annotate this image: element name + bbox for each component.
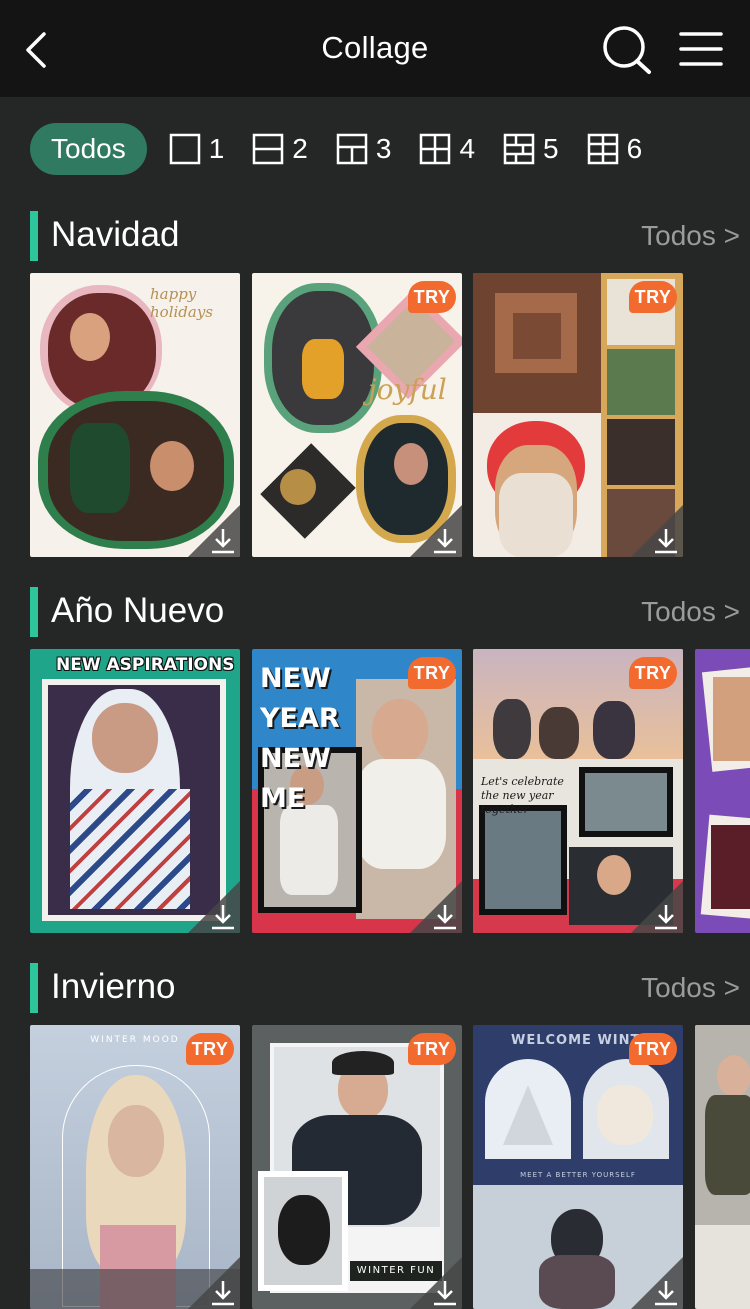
filter-label: 2 [292,133,308,164]
card-text: NEW YEAR NEW ME [260,663,340,814]
section-header: Año Nuevo Todos > [0,587,750,637]
layout-1-icon [169,133,200,165]
filter-label: 4 [459,133,476,164]
layout-6-icon [587,133,618,165]
card-subtext: MEET A BETTER YOURSELF [520,1171,636,1179]
template-card[interactable]: Let's celebrate the new year together TR… [473,649,683,933]
download-icon[interactable] [210,1279,236,1307]
download-icon[interactable] [432,527,458,555]
top-bar: Collage [0,0,750,97]
template-row: NEW ASPIRATIONS NEW YEAR NEW ME TRY Let'… [30,649,750,933]
filter-todos[interactable]: Todos [30,123,147,175]
filter-layout-6[interactable]: 6 [587,123,643,175]
filter-layout-2[interactable]: 2 [252,123,308,175]
section-title: Invierno [51,967,176,1006]
section-title: Navidad [51,215,180,254]
download-icon[interactable] [210,527,236,555]
download-icon[interactable] [653,1279,679,1307]
section-header: Invierno Todos > [0,963,750,1013]
section-title: Año Nuevo [51,591,225,630]
download-icon[interactable] [653,903,679,931]
filter-label: 1 [208,133,225,164]
filter-layout-5[interactable]: 5 [503,123,559,175]
layout-5-icon [503,133,535,165]
layout-2-icon [253,133,284,165]
card-text: Let's celebrate the new year together [481,775,564,816]
see-all-link[interactable]: Todos > [641,220,740,252]
template-card[interactable]: happy holidays [30,273,240,557]
section-ano-nuevo: Año Nuevo Todos > NEW ASPIRATIONS NEW YE… [0,587,750,933]
try-badge: TRY [408,657,456,689]
template-card[interactable] [695,649,750,933]
try-badge: TRY [408,281,456,313]
try-badge: TRY [186,1033,234,1065]
see-all-link[interactable]: Todos > [641,596,740,628]
section-accent-bar [30,587,38,637]
try-badge: TRY [408,1033,456,1065]
filter-layout-3[interactable]: 3 [336,123,392,175]
download-icon[interactable] [210,903,236,931]
template-card[interactable]: NEW ASPIRATIONS [30,649,240,933]
section-header: Navidad Todos > [0,211,750,261]
filter-layout-1[interactable]: 1 [169,123,225,175]
see-all-link[interactable]: Todos > [641,972,740,1004]
template-card[interactable]: WINTER MOOD TRY [30,1025,240,1309]
filter-label: 5 [543,133,559,164]
section-accent-bar [30,963,38,1013]
template-card[interactable]: WELCOME WINTER MEET A BETTER YOURSELF TR… [473,1025,683,1309]
section-invierno: Invierno Todos > WINTER MOOD TRY WINTER … [0,963,750,1309]
layout-4-icon [420,133,451,165]
search-icon[interactable] [600,24,654,76]
section-navidad: Navidad Todos > happy holidays joyful TR… [0,211,750,557]
card-text: joyful [368,373,447,406]
try-badge: TRY [629,657,677,689]
template-card[interactable]: TRY [473,273,683,557]
filter-label: 6 [626,133,643,164]
download-icon[interactable] [432,1279,458,1307]
download-icon[interactable] [432,903,458,931]
menu-icon[interactable] [678,30,724,68]
card-text: happy holidays [150,285,214,321]
card-text: NEW ASPIRATIONS [56,655,235,675]
template-card[interactable]: joyful TRY [252,273,462,557]
section-accent-bar [30,211,38,261]
try-badge: TRY [629,1033,677,1065]
filter-layout-4[interactable]: 4 [419,123,475,175]
template-card[interactable] [695,1025,750,1309]
try-badge: TRY [629,281,677,313]
layout-filter-bar: Todos 1 2 3 4 5 6 [30,123,750,175]
template-card[interactable]: NEW YEAR NEW ME TRY [252,649,462,933]
template-card[interactable]: WINTER FUN TRY [252,1025,462,1309]
template-row: WINTER MOOD TRY WINTER FUN TRY WELCOME W… [30,1025,750,1309]
template-row: happy holidays joyful TRY TRY [30,273,750,557]
filter-label: 3 [375,133,392,164]
layout-3-icon [336,133,368,165]
download-icon[interactable] [653,527,679,555]
